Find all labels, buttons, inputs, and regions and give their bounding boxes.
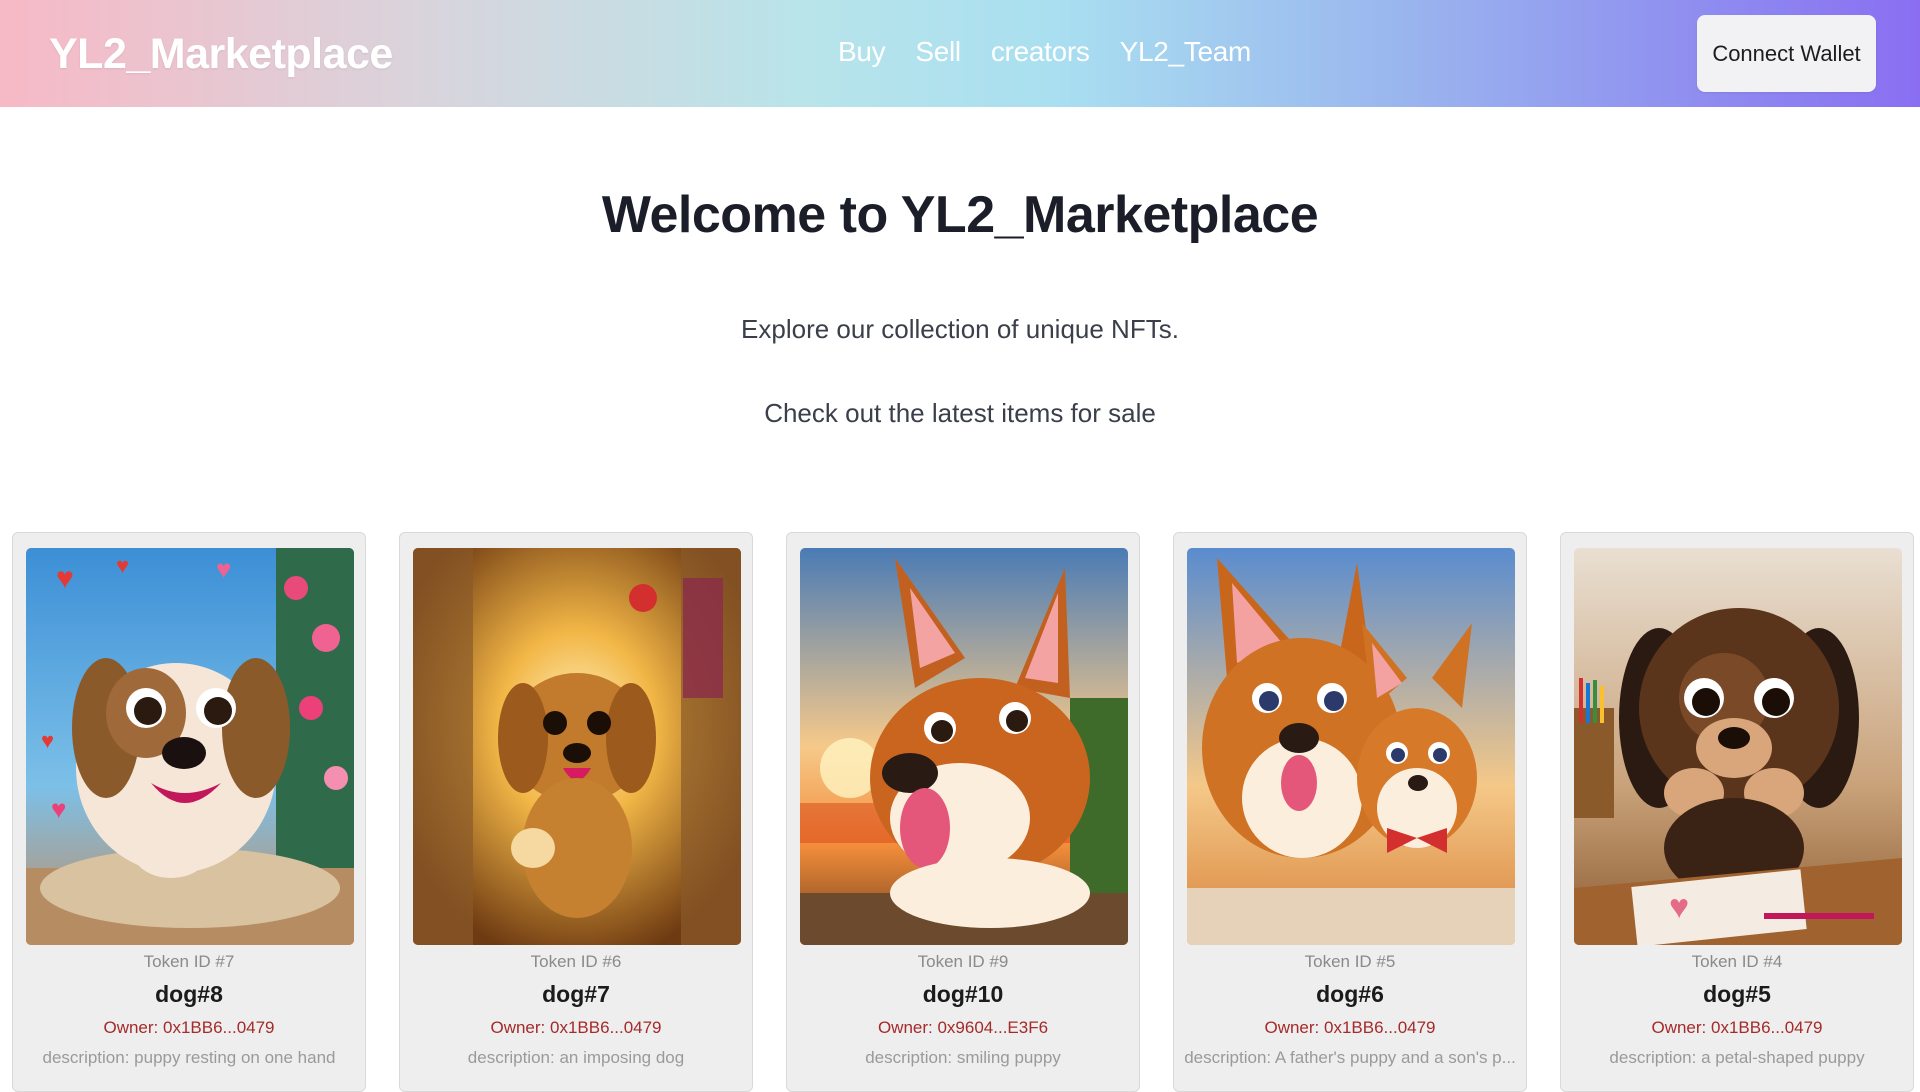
nft-description: description: an imposing dog [467,1048,685,1067]
nft-owner: Owner: 0x1BB6...0479 [1264,1018,1436,1037]
nft-card[interactable]: ♥ Token ID #4 dog#5 Owner: 0x1BB6...0479… [1560,532,1914,1092]
hero-subtitle: Explore our collection of unique NFTs. [741,314,1179,344]
nft-image[interactable] [413,548,741,945]
nft-card[interactable]: ♥ ♥ ♥ ♥ ♥ Token ID #7 dog#8 Owner: 0x1BB… [12,532,366,1092]
nft-card-list: ♥ ♥ ♥ ♥ ♥ Token ID #7 dog#8 Owner: 0x1BB… [12,532,1920,1092]
nav-team-link[interactable]: YL2_Team [1120,36,1252,68]
svg-text:♥: ♥ [116,553,129,578]
token-id: Token ID #5 [1304,952,1396,971]
nft-owner: Owner: 0x1BB6...0479 [1651,1018,1823,1037]
nav-buy-link[interactable]: Buy [838,36,886,68]
connect-wallet-button[interactable]: Connect Wallet [1697,15,1876,92]
token-id: Token ID #9 [917,952,1009,971]
nft-name[interactable]: dog#10 [787,981,1139,1008]
token-id: Token ID #4 [1691,952,1783,971]
svg-text:♥: ♥ [56,562,74,595]
nft-name[interactable]: dog#6 [1174,981,1526,1008]
nav-creators-link[interactable]: creators [991,36,1090,68]
hero-cta-text: Check out the latest items for sale [764,398,1156,428]
nft-image[interactable]: ♥ ♥ ♥ ♥ ♥ [26,548,354,945]
nft-description: description: puppy resting on one hand [42,1048,336,1067]
nft-name[interactable]: dog#5 [1561,981,1913,1008]
top-navbar: YL2_Marketplace Buy Sell creators YL2_Te… [0,0,1920,107]
nft-description: description: A father's puppy and a son'… [1184,1048,1516,1067]
nft-card[interactable]: Token ID #5 dog#6 Owner: 0x1BB6...0479 d… [1173,532,1527,1092]
nft-image[interactable]: ♥ [1574,548,1902,945]
nft-description: description: a petal-shaped puppy [1609,1048,1865,1067]
nav-sell-link[interactable]: Sell [915,36,961,68]
nft-owner: Owner: 0x1BB6...0479 [103,1018,275,1037]
nft-image[interactable] [800,548,1128,945]
page-title: Welcome to YL2_Marketplace [601,186,1319,244]
svg-text:♥: ♥ [1669,888,1689,926]
svg-text:♥: ♥ [51,794,66,824]
nft-owner: Owner: 0x1BB6...0479 [490,1018,662,1037]
nft-card[interactable]: Token ID #6 dog#7 Owner: 0x1BB6...0479 d… [399,532,753,1092]
brand-logo[interactable]: YL2_Marketplace [49,30,393,79]
nav-links: Buy Sell creators YL2_Team [838,36,1281,68]
nft-name[interactable]: dog#7 [400,981,752,1008]
token-id: Token ID #6 [530,952,622,971]
nft-owner: Owner: 0x9604...E3F6 [877,1018,1049,1037]
nft-card[interactable]: Token ID #9 dog#10 Owner: 0x9604...E3F6 … [786,532,1140,1092]
nft-description: description: smiling puppy [865,1048,1061,1067]
token-id: Token ID #7 [143,952,235,971]
svg-text:♥: ♥ [216,554,231,584]
nft-image[interactable] [1187,548,1515,945]
nft-name[interactable]: dog#8 [13,981,365,1008]
svg-text:♥: ♥ [41,728,54,753]
